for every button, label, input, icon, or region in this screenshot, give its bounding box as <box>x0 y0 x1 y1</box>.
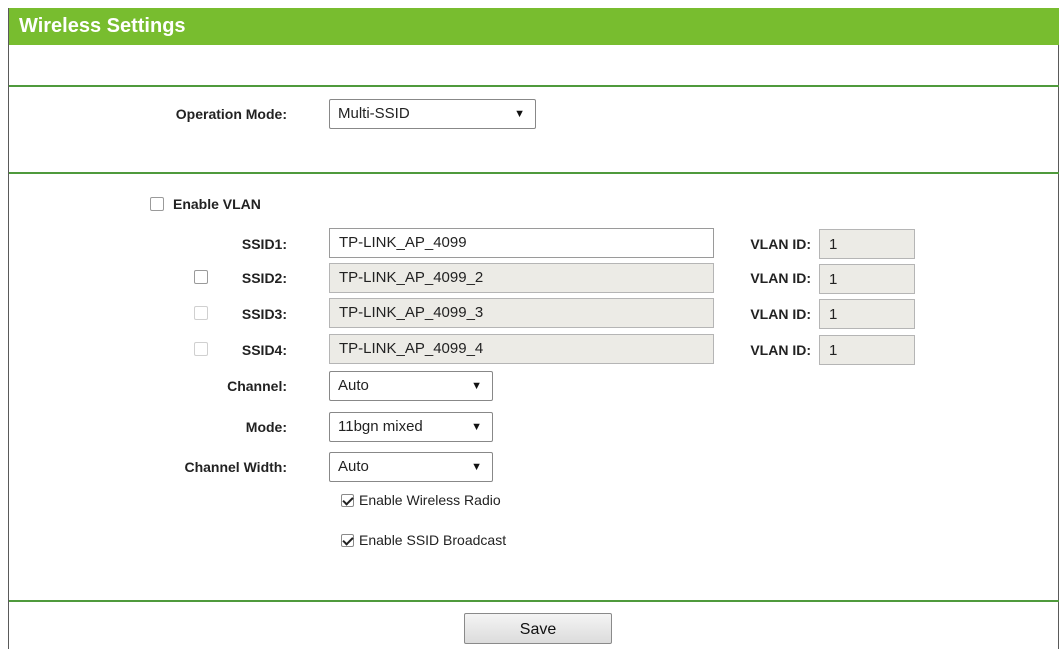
save-button[interactable]: Save <box>464 613 612 644</box>
divider <box>9 85 1059 87</box>
ssid2-label: SSID2: <box>241 270 287 286</box>
enable-wireless-radio-label: Enable Wireless Radio <box>359 492 501 508</box>
chevron-down-icon: ▼ <box>514 108 525 120</box>
channel-label: Channel: <box>227 378 287 394</box>
channel-width-label: Channel Width: <box>184 459 287 475</box>
mode-label: Mode: <box>245 419 287 435</box>
ssid2-vlan-id-input[interactable]: 1 <box>819 264 915 294</box>
chevron-down-icon: ▼ <box>471 461 482 473</box>
ssid4-vlan-id-input[interactable]: 1 <box>819 335 915 365</box>
channel-select[interactable]: Auto ▼ <box>329 371 493 401</box>
mode-value: 11bgn mixed <box>338 418 423 435</box>
ssid1-label: SSID1: <box>241 236 287 252</box>
ssid3-input[interactable]: TP-LINK_AP_4099_3 <box>329 298 714 328</box>
vlan-id-label: VLAN ID: <box>750 236 811 252</box>
settings-panel: Wireless Settings Operation Mode: Multi-… <box>8 8 1059 649</box>
mode-select[interactable]: 11bgn mixed ▼ <box>329 412 493 442</box>
operation-mode-select[interactable]: Multi-SSID ▼ <box>329 99 536 129</box>
ssid3-vlan-id-input[interactable]: 1 <box>819 299 915 329</box>
operation-mode-value: Multi-SSID <box>338 105 410 122</box>
enable-wireless-radio-checkbox[interactable] <box>341 494 354 507</box>
ssid4-input[interactable]: TP-LINK_AP_4099_4 <box>329 334 714 364</box>
enable-ssid-broadcast-checkbox[interactable] <box>341 534 354 547</box>
ssid3-label: SSID3: <box>241 306 287 322</box>
ssid1-vlan-id-input[interactable]: 1 <box>819 229 915 259</box>
vlan-id-label: VLAN ID: <box>750 270 811 286</box>
channel-value: Auto <box>338 377 369 394</box>
page-title: Wireless Settings <box>9 8 1059 45</box>
operation-mode-label: Operation Mode: <box>175 106 287 122</box>
vlan-id-label: VLAN ID: <box>750 306 811 322</box>
ssid4-label: SSID4: <box>241 342 287 358</box>
ssid1-input[interactable]: TP-LINK_AP_4099 <box>329 228 714 258</box>
chevron-down-icon: ▼ <box>471 380 482 392</box>
enable-vlan-label: Enable VLAN <box>173 196 261 212</box>
divider <box>9 172 1059 174</box>
enable-vlan-checkbox[interactable] <box>150 197 164 211</box>
divider <box>9 600 1059 602</box>
enable-ssid-broadcast-label: Enable SSID Broadcast <box>359 532 507 548</box>
channel-width-select[interactable]: Auto ▼ <box>329 452 493 482</box>
vlan-id-label: VLAN ID: <box>750 342 811 358</box>
chevron-down-icon: ▼ <box>471 421 482 433</box>
ssid2-input[interactable]: TP-LINK_AP_4099_2 <box>329 263 714 293</box>
channel-width-value: Auto <box>338 458 369 475</box>
